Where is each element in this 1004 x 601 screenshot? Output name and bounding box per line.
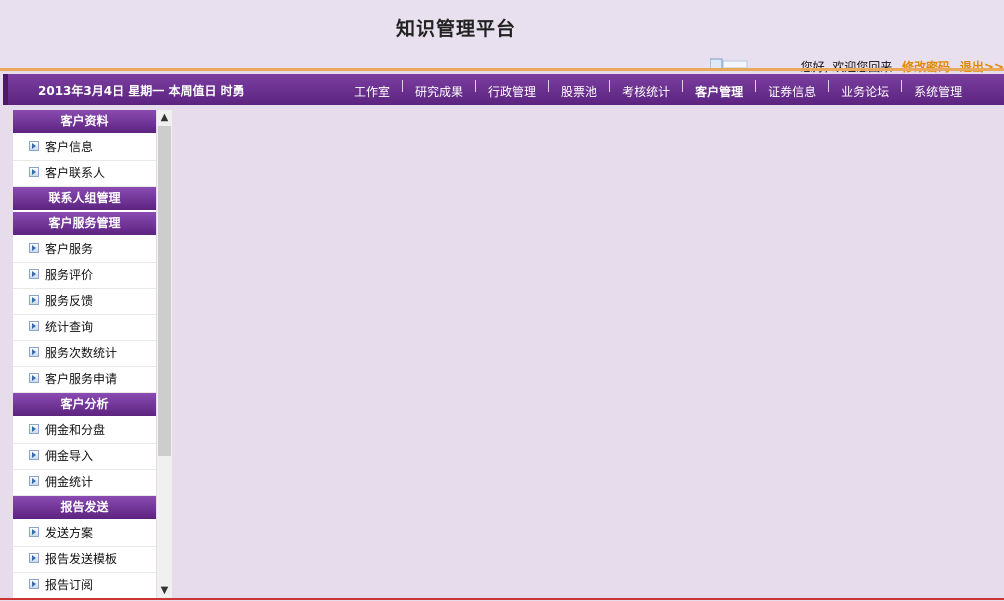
arrow-bullet-icon <box>29 373 39 383</box>
main-content-area <box>173 110 1004 598</box>
nav-item[interactable]: 行政管理 <box>476 83 548 100</box>
arrow-bullet-icon <box>29 167 39 177</box>
scroll-up-arrow-icon[interactable]: ▲ <box>157 110 172 125</box>
header-divider <box>0 68 1004 71</box>
arrow-bullet-icon <box>29 347 39 357</box>
sidebar-item[interactable]: 统计查询 <box>13 315 156 341</box>
sidebar-item-label: 客户联系人 <box>45 166 106 180</box>
nav-item[interactable]: 研究成果 <box>403 83 475 100</box>
arrow-bullet-icon <box>29 243 39 253</box>
sidebar-item[interactable]: 服务次数统计 <box>13 341 156 367</box>
sidebar-item-label: 佣金统计 <box>45 475 94 489</box>
arrow-bullet-icon <box>29 424 39 434</box>
date-duty-label: 2013年3月4日 星期一 本周值日 时勇 <box>38 84 245 98</box>
sidebar-item-label: 发送方案 <box>45 526 94 540</box>
sidebar-item-label: 客户服务申请 <box>45 372 118 386</box>
sidebar-item[interactable]: 报告发送模板 <box>13 547 156 573</box>
sidebar-group-header[interactable]: 联系人组管理 <box>13 187 156 212</box>
sidebar-item[interactable]: 发送方案 <box>13 521 156 547</box>
sidebar-item[interactable]: 服务评价 <box>13 263 156 289</box>
arrow-bullet-icon <box>29 450 39 460</box>
sidebar-item-label: 服务评价 <box>45 268 94 282</box>
sidebar-item[interactable]: 客户服务 <box>13 237 156 263</box>
sidebar-item[interactable]: 客户信息 <box>13 135 156 161</box>
sidebar-item-label: 统计查询 <box>45 320 94 334</box>
sidebar-item[interactable]: 服务反馈 <box>13 289 156 315</box>
sidebar-item-label: 报告发送模板 <box>45 552 118 566</box>
change-password-link[interactable]: 修改密码 <box>902 60 950 74</box>
nav-item[interactable]: 股票池 <box>549 83 609 100</box>
sidebar-group-header[interactable]: 报告发送 <box>13 496 156 521</box>
sidebar: 客户资料客户信息客户联系人联系人组管理 客户服务管理客户服务服务评价服务反馈统计查… <box>13 110 156 598</box>
logout-link[interactable]: 退出>> <box>960 60 1004 74</box>
arrow-bullet-icon <box>29 295 39 305</box>
sidebar-scrollbar[interactable]: ▲ ▼ <box>157 110 172 598</box>
nav-item[interactable]: 系统管理 <box>902 83 974 100</box>
sidebar-item-label: 服务次数统计 <box>45 346 118 360</box>
sidebar-item-label: 佣金和分盘 <box>45 423 106 437</box>
arrow-bullet-icon <box>29 579 39 589</box>
nav-item[interactable]: 考核统计 <box>610 83 682 100</box>
main-nav-bar: 2013年3月4日 星期一 本周值日 时勇 工作室 研究成果 行政管理 股票池 考核统计… <box>3 74 1004 105</box>
nav-item[interactable]: 工作室 <box>342 83 402 100</box>
sidebar-item[interactable]: 报告订阅 <box>13 573 156 598</box>
bottom-border <box>0 598 1004 600</box>
sidebar-item[interactable]: 佣金统计 <box>13 470 156 496</box>
nav-menu: 工作室 研究成果 行政管理 股票池 考核统计 客户管理 证券信息 业务论坛 系统管理 <box>342 74 974 105</box>
nav-item[interactable]: 客户管理 <box>683 83 755 100</box>
sidebar-group-header[interactable]: 客户资料 <box>13 110 156 135</box>
sidebar-item-label: 报告订阅 <box>45 578 94 592</box>
sidebar-item-label: 客户信息 <box>45 140 94 154</box>
arrow-bullet-icon <box>29 553 39 563</box>
scroll-thumb[interactable] <box>158 126 171 456</box>
sidebar-item-label: 服务反馈 <box>45 294 94 308</box>
sidebar-item-label: 客户服务 <box>45 242 94 256</box>
sidebar-item-label: 佣金导入 <box>45 449 94 463</box>
sidebar-item[interactable]: 客户服务申请 <box>13 367 156 393</box>
arrow-bullet-icon <box>29 527 39 537</box>
page-title: 知识管理平台 <box>396 18 517 40</box>
arrow-bullet-icon <box>29 321 39 331</box>
sidebar-item[interactable]: 佣金和分盘 <box>13 418 156 444</box>
sidebar-group-header[interactable]: 客户服务管理 <box>13 212 156 237</box>
sidebar-item[interactable]: 佣金导入 <box>13 444 156 470</box>
user-greeting: 您好, 欢迎您回来 修改密码 退出>> <box>801 58 1004 75</box>
arrow-bullet-icon <box>29 141 39 151</box>
arrow-bullet-icon <box>29 269 39 279</box>
arrow-bullet-icon <box>29 476 39 486</box>
sidebar-group-header[interactable]: 客户分析 <box>13 393 156 418</box>
sidebar-item[interactable]: 客户联系人 <box>13 161 156 187</box>
nav-item[interactable]: 业务论坛 <box>829 83 901 100</box>
nav-item[interactable]: 证券信息 <box>756 83 828 100</box>
welcome-text: 您好, 欢迎您回来 <box>800 60 893 74</box>
scroll-down-arrow-icon[interactable]: ▼ <box>157 583 172 598</box>
top-header: 知识管理平台 您好, 欢迎您回来 修改密码 退出>> <box>0 0 1004 74</box>
